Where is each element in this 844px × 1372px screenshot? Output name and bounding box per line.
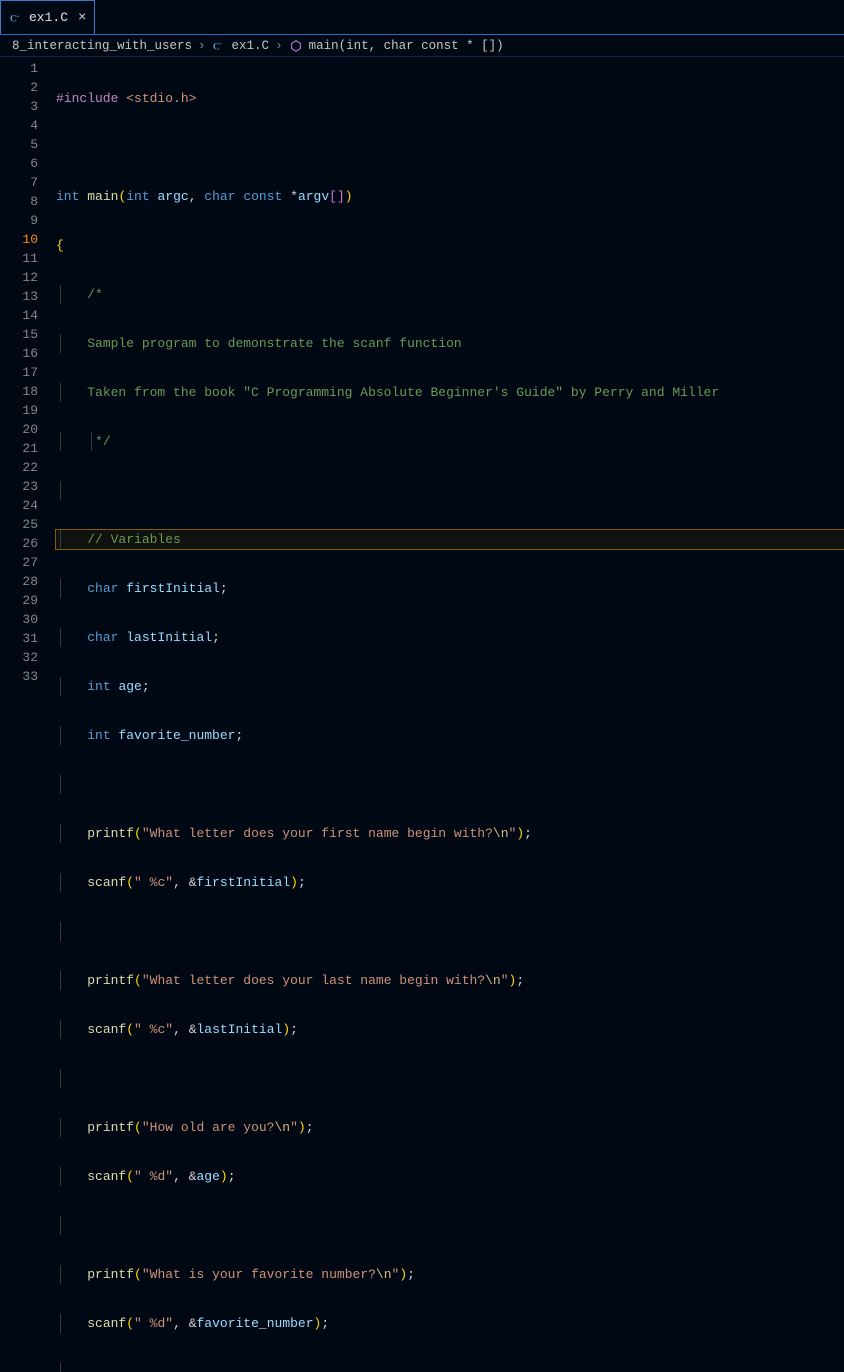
breadcrumb-file[interactable]: ex1.C xyxy=(232,39,270,53)
code-line: int main(int argc, char const *argv[]) xyxy=(56,187,844,206)
code-line xyxy=(56,1069,844,1088)
code-line: Sample program to demonstrate the scanf … xyxy=(56,334,844,353)
line-number: 1 xyxy=(0,59,38,78)
code-line-active: // Variables xyxy=(56,530,844,549)
line-number: 32 xyxy=(0,648,38,667)
c-file-icon: C+ xyxy=(212,39,226,53)
code-line xyxy=(56,775,844,794)
line-number: 23 xyxy=(0,477,38,496)
tab-label: ex1.C xyxy=(29,10,68,25)
close-icon[interactable]: × xyxy=(78,10,86,26)
code-line: */ xyxy=(56,432,844,451)
line-number: 19 xyxy=(0,401,38,420)
code-area[interactable]: #include <stdio.h> int main(int argc, ch… xyxy=(56,57,844,686)
code-line xyxy=(56,1216,844,1235)
line-number: 12 xyxy=(0,268,38,287)
code-line: int favorite_number; xyxy=(56,726,844,745)
code-line: scanf(" %c", &firstInitial); xyxy=(56,873,844,892)
code-line: char firstInitial; xyxy=(56,579,844,598)
line-number: 10 xyxy=(0,230,38,249)
code-line: Taken from the book "C Programming Absol… xyxy=(56,383,844,402)
code-line: #include <stdio.h> xyxy=(56,89,844,108)
code-line: printf("What letter does your first name… xyxy=(56,824,844,843)
code-line: printf("What letter does your last name … xyxy=(56,971,844,990)
code-line: int age; xyxy=(56,677,844,696)
line-number: 18 xyxy=(0,382,38,401)
line-number: 28 xyxy=(0,572,38,591)
symbol-method-icon xyxy=(289,39,303,53)
line-number: 9 xyxy=(0,211,38,230)
line-number: 11 xyxy=(0,249,38,268)
line-number: 16 xyxy=(0,344,38,363)
line-number: 26 xyxy=(0,534,38,553)
code-line xyxy=(56,481,844,500)
line-number: 17 xyxy=(0,363,38,382)
line-number: 21 xyxy=(0,439,38,458)
code-line: char lastInitial; xyxy=(56,628,844,647)
line-number: 2 xyxy=(0,78,38,97)
line-number: 30 xyxy=(0,610,38,629)
svg-text:+: + xyxy=(16,14,20,20)
code-line xyxy=(56,922,844,941)
code-editor[interactable]: 1234567891011121314151617181920212223242… xyxy=(0,57,844,686)
code-line xyxy=(56,1363,844,1372)
line-number: 27 xyxy=(0,553,38,572)
tab-ex1[interactable]: C+ ex1.C × xyxy=(0,0,95,34)
line-number: 15 xyxy=(0,325,38,344)
line-number: 4 xyxy=(0,116,38,135)
line-number: 6 xyxy=(0,154,38,173)
code-line: /* xyxy=(56,285,844,304)
code-line: scanf(" %c", &lastInitial); xyxy=(56,1020,844,1039)
line-number: 22 xyxy=(0,458,38,477)
line-number: 5 xyxy=(0,135,38,154)
line-number: 20 xyxy=(0,420,38,439)
line-number: 7 xyxy=(0,173,38,192)
line-number: 13 xyxy=(0,287,38,306)
line-number: 3 xyxy=(0,97,38,116)
code-line xyxy=(56,138,844,157)
c-file-icon: C+ xyxy=(9,11,23,25)
tab-bar: C+ ex1.C × xyxy=(0,0,844,35)
breadcrumb-folder[interactable]: 8_interacting_with_users xyxy=(12,39,192,53)
breadcrumb-symbol[interactable]: main(int, char const * []) xyxy=(309,39,504,53)
line-number: 24 xyxy=(0,496,38,515)
code-line: { xyxy=(56,236,844,255)
line-number: 29 xyxy=(0,591,38,610)
line-number: 14 xyxy=(0,306,38,325)
chevron-right-icon: › xyxy=(198,39,206,53)
line-number: 8 xyxy=(0,192,38,211)
breadcrumb: 8_interacting_with_users › C+ ex1.C › ma… xyxy=(0,35,844,57)
code-line: printf("What is your favorite number?\n"… xyxy=(56,1265,844,1284)
code-line: scanf(" %d", &favorite_number); xyxy=(56,1314,844,1333)
code-line: scanf(" %d", &age); xyxy=(56,1167,844,1186)
code-line: printf("How old are you?\n"); xyxy=(56,1118,844,1137)
chevron-right-icon: › xyxy=(275,39,283,53)
line-number: 31 xyxy=(0,629,38,648)
line-number: 33 xyxy=(0,667,38,686)
line-number-gutter: 1234567891011121314151617181920212223242… xyxy=(0,57,56,686)
svg-text:+: + xyxy=(219,42,223,48)
line-number: 25 xyxy=(0,515,38,534)
